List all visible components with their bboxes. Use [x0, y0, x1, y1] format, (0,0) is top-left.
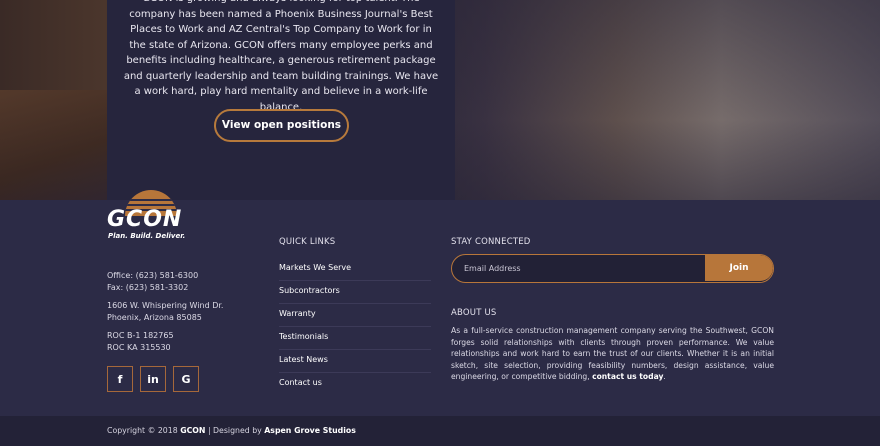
logo-tagline: Plan. Build. Deliver.	[108, 232, 186, 240]
link-latest-news[interactable]: Latest News	[279, 350, 431, 373]
address-line2: Phoenix, Arizona 85085	[107, 313, 202, 322]
email-input[interactable]	[452, 255, 706, 281]
hero-photo	[455, 0, 880, 200]
glassdoor-icon[interactable]: G	[173, 366, 199, 392]
link-warranty[interactable]: Warranty	[279, 304, 431, 327]
office-phone[interactable]: Office: (623) 581-6300	[107, 271, 198, 280]
roc-license-1: ROC B-1 182765	[107, 331, 174, 340]
hero-background-image	[0, 90, 110, 200]
about-us-title: ABOUT US	[451, 308, 497, 318]
newsletter-form: Join	[451, 254, 774, 283]
designer-link[interactable]: Aspen Grove Studios	[264, 426, 356, 435]
footer: GCON Plan. Build. Deliver. Office: (623)…	[0, 190, 880, 416]
about-us-text: As a full-service construction managemen…	[451, 326, 774, 381]
facebook-icon[interactable]: f	[107, 366, 133, 392]
linkedin-icon[interactable]: in	[140, 366, 166, 392]
contact-info: Office: (623) 581-6300 Fax: (623) 581-33…	[107, 270, 223, 360]
gcon-logo[interactable]: GCON Plan. Build. Deliver.	[107, 190, 197, 248]
careers-text: GCON is growing and always looking for t…	[123, 0, 439, 113]
copyright-text: Copyright © 2018 GCON | Designed by Aspe…	[107, 426, 356, 435]
quick-links-title: QUICK LINKS	[279, 237, 336, 247]
copyright-bar: Copyright © 2018 GCON | Designed by Aspe…	[0, 416, 880, 446]
quick-links-list: Markets We Serve Subcontractors Warranty…	[279, 258, 431, 396]
social-links: f in G	[107, 366, 199, 392]
hero-section: GCON is growing and always looking for t…	[0, 0, 880, 200]
careers-card: GCON is growing and always looking for t…	[107, 0, 455, 200]
link-contact-us[interactable]: Contact us	[279, 373, 431, 396]
link-subcontractors[interactable]: Subcontractors	[279, 281, 431, 304]
link-markets-we-serve[interactable]: Markets We Serve	[279, 258, 431, 281]
view-open-positions-button[interactable]: View open positions	[214, 109, 349, 142]
roc-license-2: ROC KA 315530	[107, 343, 171, 352]
stay-connected-title: STAY CONNECTED	[451, 237, 531, 247]
join-button[interactable]: Join	[705, 255, 773, 281]
copyright-company: GCON	[180, 426, 206, 435]
contact-us-today-link[interactable]: contact us today	[592, 372, 663, 381]
address-line1: 1606 W. Whispering Wind Dr.	[107, 301, 224, 310]
logo-wordmark: GCON	[107, 207, 183, 232]
link-testimonials[interactable]: Testimonials	[279, 327, 431, 350]
fax-number: Fax: (623) 581-3302	[107, 283, 189, 292]
